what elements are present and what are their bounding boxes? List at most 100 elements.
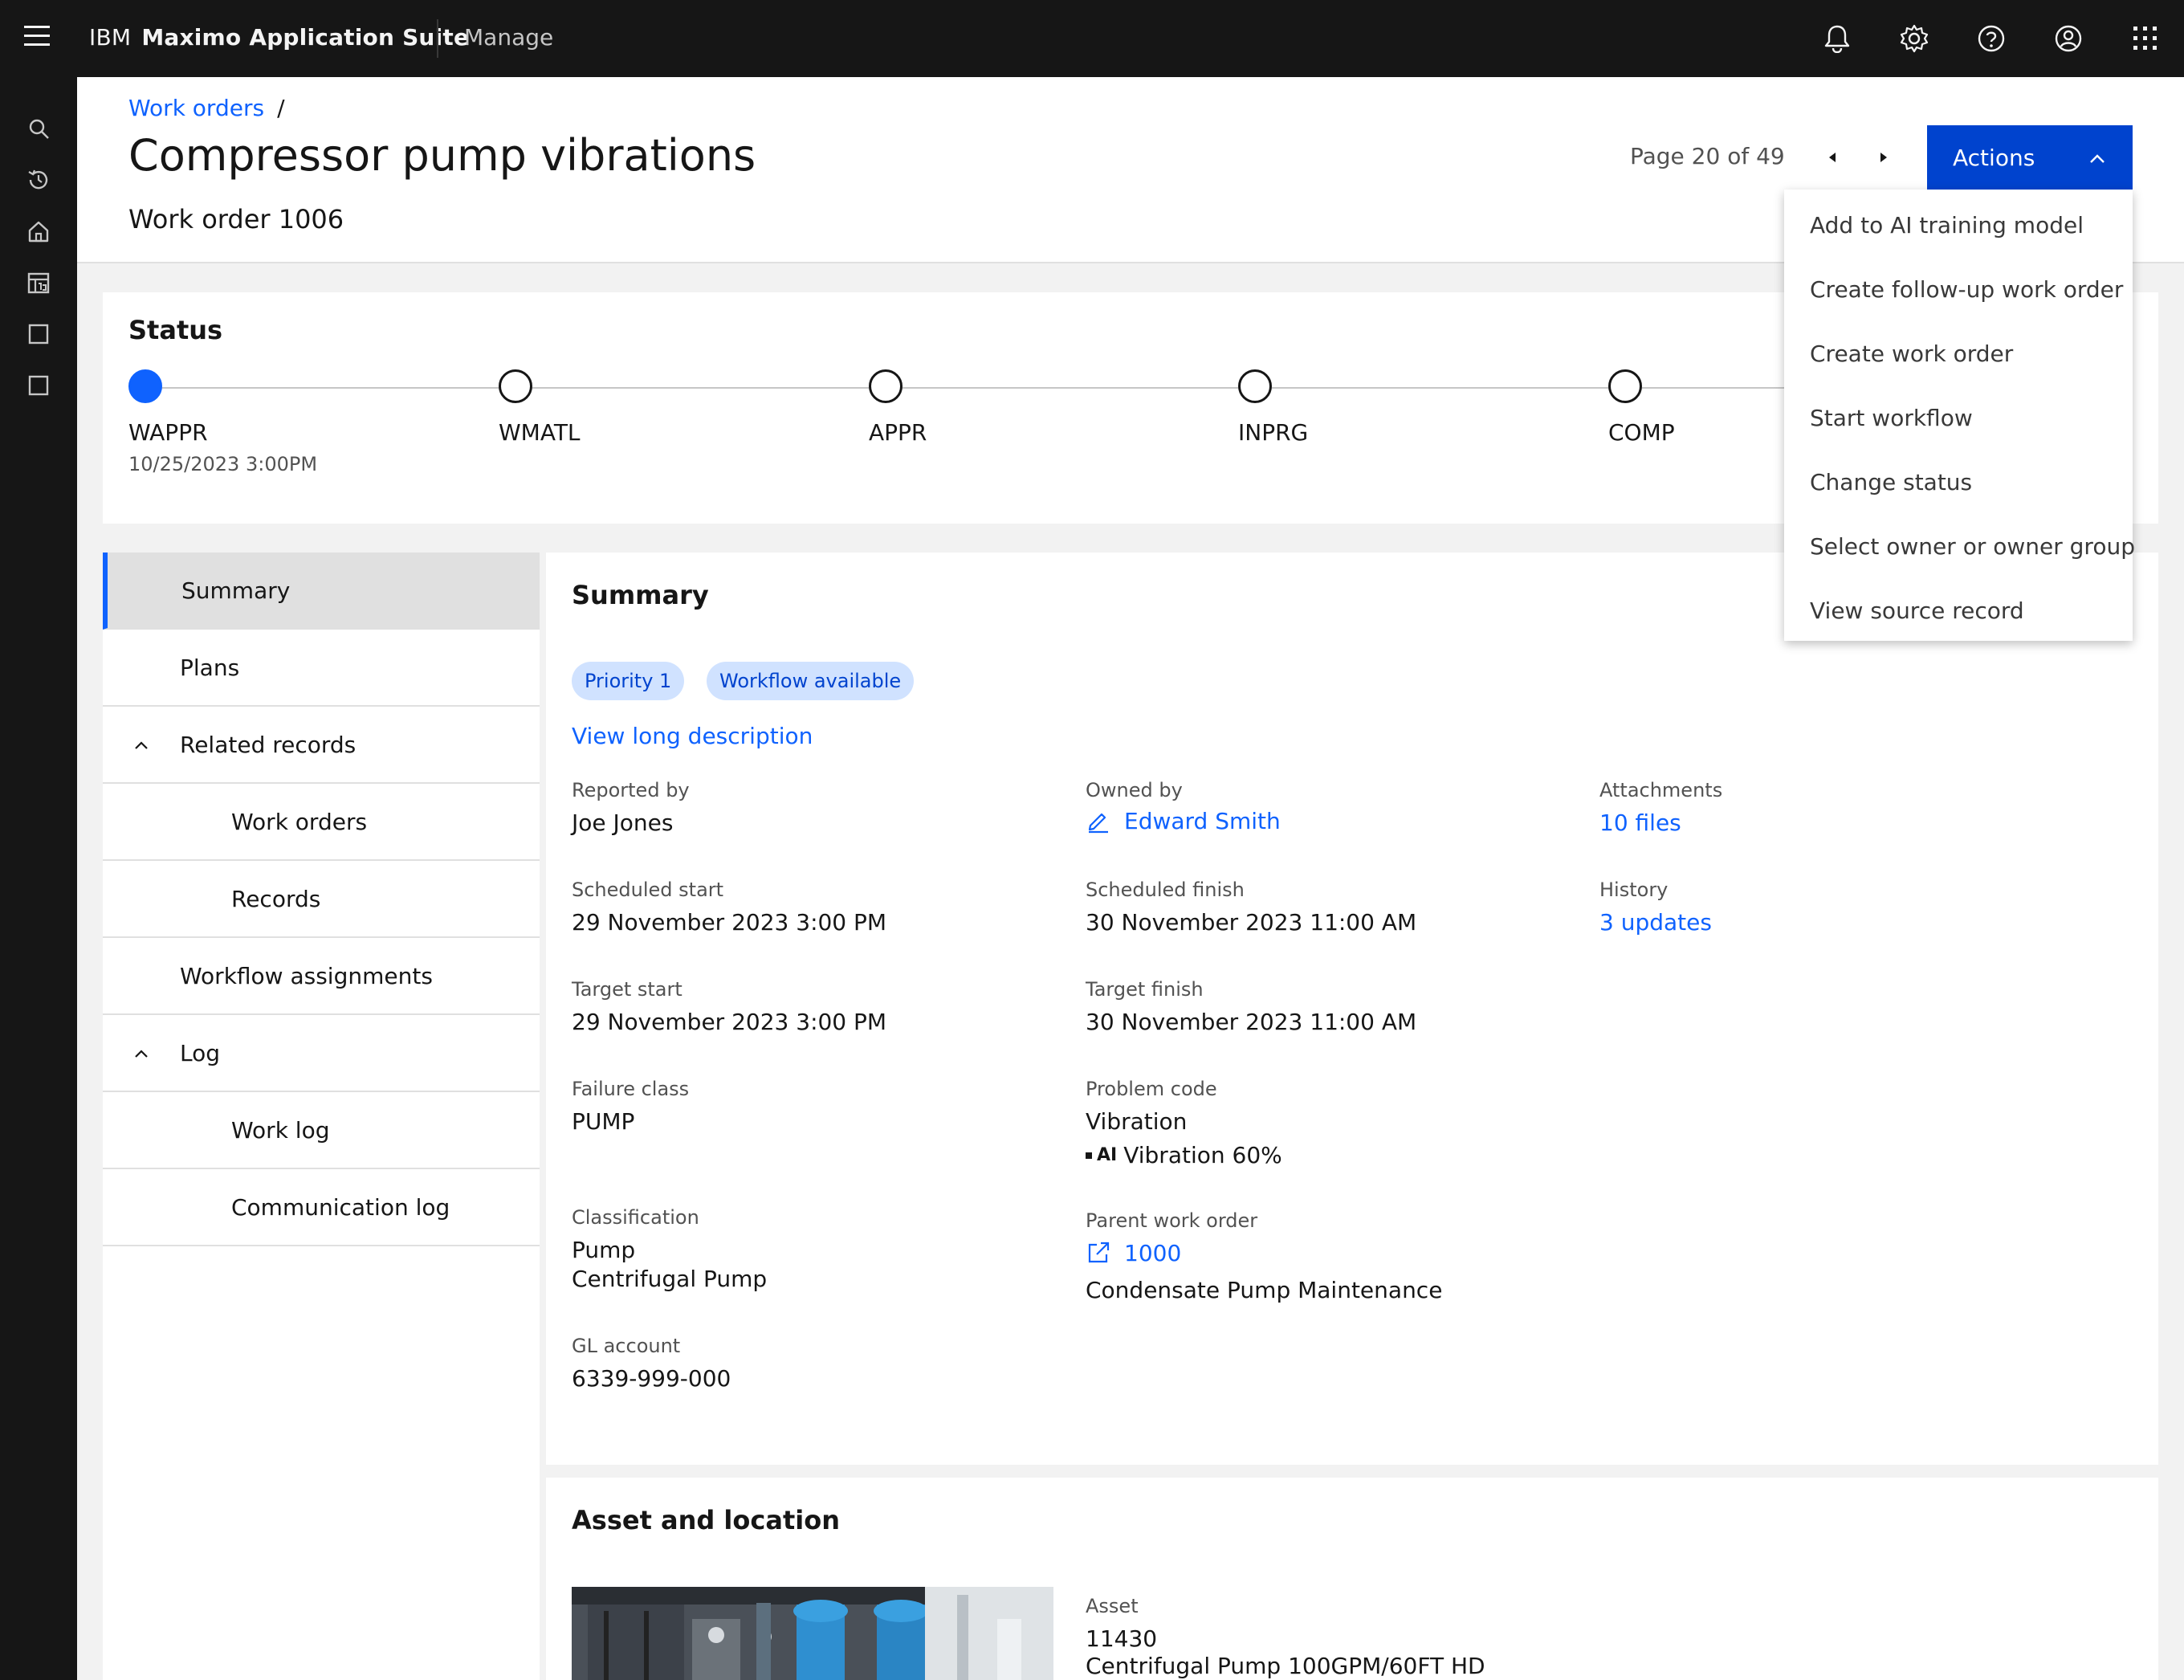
side-nav-workflow-assignments[interactable]: Workflow assignments [103,938,540,1015]
user-icon[interactable] [2049,19,2088,58]
owned-by-label: Owned by [1086,779,1183,801]
menu-icon[interactable] [24,26,53,51]
app-switcher-icon[interactable] [2126,19,2165,58]
breadcrumb-separator: / [277,95,285,121]
menu-item-start-workflow[interactable]: Start workflow [1784,385,2133,450]
classification-label: Classification [572,1206,699,1229]
scheduled-finish-label: Scheduled finish [1086,879,1245,901]
parent-work-order-label: Parent work order [1086,1209,1258,1232]
home-icon[interactable] [22,215,55,247]
side-nav-plans[interactable]: Plans [103,630,540,707]
owned-by-link[interactable]: Edward Smith [1124,808,1281,834]
notification-icon[interactable] [1818,19,1856,58]
side-nav-communication-log[interactable]: Communication log [103,1169,540,1246]
actions-button-label: Actions [1953,144,2035,171]
side-nav-work-log[interactable]: Work log [103,1092,540,1169]
scheduled-start-label: Scheduled start [572,879,724,901]
brand-title[interactable]: IBM Maximo Application Suite [89,24,469,51]
pager-text: Page 20 of 49 [1630,143,1785,169]
scheduled-start-value: 29 November 2023 3:00 PM [572,909,887,936]
view-long-description-link[interactable]: View long description [572,723,813,749]
status-step-wappr[interactable]: WAPPR 10/25/2023 3:00PM [128,369,317,475]
square-icon[interactable] [22,318,55,350]
status-step-label: APPR [869,419,927,446]
status-step-indicator [499,369,532,403]
side-nav-label: Summary [181,577,291,604]
target-finish-label: Target finish [1086,978,1204,1001]
search-icon[interactable] [22,112,55,145]
asset-location-card: Asset and location Asset 11430 Centrifug… [546,1478,2158,1680]
side-nav-related-records[interactable]: Related records [103,707,540,784]
attachments-link[interactable]: 10 files [1599,809,1681,836]
status-step-label: WMATL [499,419,581,446]
side-nav-label: Related records [180,731,357,758]
reported-by-value: Joe Jones [572,809,674,836]
problem-code-value: Vibration [1086,1108,1188,1135]
help-icon[interactable] [1972,19,2011,58]
actions-menu: Add to AI training model Create follow-u… [1784,190,2135,642]
target-start-label: Target start [572,978,682,1001]
status-step-wmatl[interactable]: WMATL [499,369,581,446]
actions-button[interactable]: Actions [1927,125,2133,190]
side-nav-work-orders[interactable]: Work orders [103,784,540,861]
status-step-comp[interactable]: COMP [1608,369,1675,446]
status-step-indicator [1608,369,1642,403]
status-step-indicator [128,369,162,403]
status-step-inprg[interactable]: INPRG [1238,369,1308,446]
chevron-up-icon[interactable] [132,734,151,760]
side-nav-log[interactable]: Log [103,1015,540,1092]
menu-item-create-follow-up-work-order[interactable]: Create follow-up work order [1784,257,2133,321]
status-step-indicator [869,369,903,403]
square-icon[interactable] [22,369,55,402]
previous-page-button[interactable] [1816,141,1848,173]
side-nav-label: Communication log [231,1193,450,1221]
side-nav-label: Records [231,885,321,912]
edit-icon[interactable] [1086,808,1111,834]
side-nav: Summary Plans Related records Work order… [103,553,540,1680]
parent-work-order-link[interactable]: 1000 [1124,1240,1181,1266]
status-step-label: COMP [1608,419,1675,446]
page-subtitle: Work order 1006 [128,204,344,234]
history-label: History [1599,879,1669,901]
summary-card: Summary Priority 1 Workflow available Vi… [546,553,2158,1465]
brand-prefix: IBM [89,24,132,51]
menu-item-change-status[interactable]: Change status [1784,450,2133,514]
next-page-button[interactable] [1868,141,1900,173]
status-step-appr[interactable]: APPR [869,369,927,446]
page-title: Compressor pump vibrations [128,130,756,181]
left-rail [0,77,77,1680]
failure-class-value: PUMP [572,1108,635,1135]
launch-icon[interactable] [1086,1240,1111,1266]
menu-item-add-to-ai-training-model[interactable]: Add to AI training model [1784,193,2133,257]
chevron-up-icon [2088,148,2107,174]
asset-label: Asset [1086,1595,1139,1617]
settings-icon[interactable] [1895,19,1933,58]
side-nav-summary[interactable]: Summary [103,553,540,630]
menu-item-select-owner[interactable]: Select owner or owner group [1784,514,2135,578]
menu-item-view-source-record[interactable]: View source record [1784,578,2133,642]
side-nav-label: Plans [180,654,240,681]
ai-bullet-icon [1086,1152,1092,1159]
menu-item-create-work-order[interactable]: Create work order [1784,321,2133,385]
header-divider [437,19,438,58]
side-nav-records[interactable]: Records [103,861,540,938]
status-step-indicator [1238,369,1272,403]
parent-work-order-description: Condensate Pump Maintenance [1086,1277,1443,1303]
recent-icon[interactable] [22,164,55,196]
target-start-value: 29 November 2023 3:00 PM [572,1009,887,1035]
breadcrumb-work-orders-link[interactable]: Work orders [128,95,264,121]
chevron-up-icon[interactable] [132,1042,151,1069]
priority-tag: Priority 1 [572,662,685,700]
status-step-label: WAPPR [128,419,208,446]
asset-description-value: Centrifugal Pump 100GPM/60FT HD [1086,1653,1485,1679]
asset-id-value: 11430 [1086,1625,1158,1652]
calendar-icon[interactable] [22,267,55,299]
history-link[interactable]: 3 updates [1599,909,1712,936]
failure-class-label: Failure class [572,1078,690,1100]
side-nav-label: Workflow assignments [180,962,433,989]
ai-badge: AI [1097,1145,1118,1165]
classification-value-line2: Centrifugal Pump [572,1266,768,1292]
brand-name: Maximo Application Suite [141,24,470,51]
side-nav-label: Work log [231,1116,330,1144]
classification-value-line1: Pump [572,1237,636,1263]
